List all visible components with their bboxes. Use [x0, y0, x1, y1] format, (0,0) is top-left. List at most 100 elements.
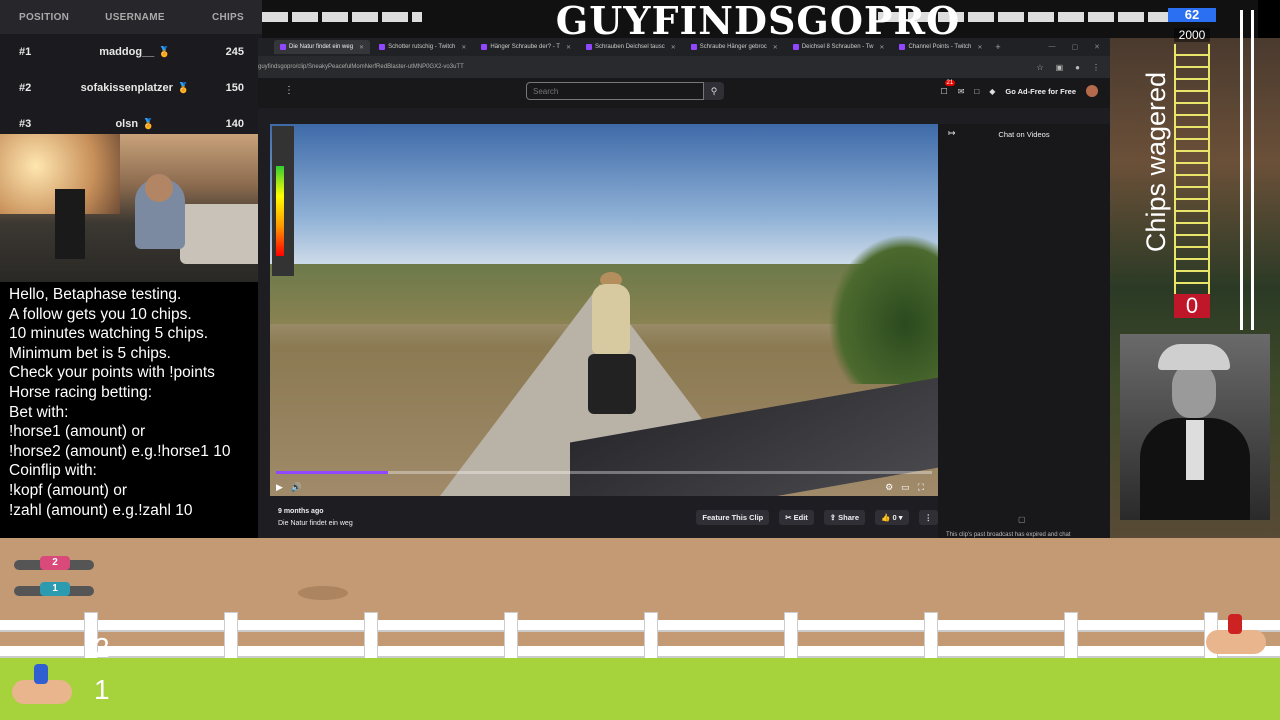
topbar-actions: ☐ 21 ✉ □ ◆ Go Ad-Free for Free: [941, 79, 1098, 97]
more-icon[interactable]: ⋮: [284, 85, 294, 96]
search-input[interactable]: [526, 82, 704, 100]
info-line: !kopf (amount) or: [9, 481, 128, 499]
jockey: [34, 664, 48, 684]
horse-race-track: 2 1 2 1: [0, 538, 1280, 720]
header-chips: CHIPS: [211, 11, 244, 23]
channel-title: GUYFINDSGOPRO: [555, 0, 961, 43]
row-position: #1: [19, 46, 32, 58]
twitch-icon: [379, 44, 386, 50]
edit-button[interactable]: ✂ Edit: [779, 510, 814, 525]
medal-icon: 🏅: [158, 47, 171, 58]
twitch-icon: [792, 44, 799, 50]
greyhound-1: 1: [4, 578, 114, 604]
greyhound-coat-2: 2: [40, 556, 70, 570]
crown-icon[interactable]: ◆: [989, 87, 995, 96]
row-username-cell: maddog__ 🏅: [60, 46, 210, 58]
header-username: USERNAME: [105, 11, 165, 23]
like-button[interactable]: 👍 0 ▾: [875, 510, 909, 525]
share-icon: ⇪: [829, 513, 839, 522]
settings-icon[interactable]: ⚙: [885, 482, 893, 493]
racehorse-1: [4, 660, 84, 718]
header-position: POSITION: [19, 11, 70, 23]
browser-tab[interactable]: Deichsel 8 Schrauben - Tw ✕: [787, 40, 891, 54]
close-icon[interactable]: ✕: [977, 44, 982, 51]
extension-icon[interactable]: ▣: [1056, 63, 1064, 72]
url-text[interactable]: guyfindsgopro/clip/SneakyPeacefulMomNerf…: [258, 64, 1036, 70]
clip-video-player[interactable]: ▶ 🔊 ⚙ ▭ ⛶: [270, 124, 938, 496]
racehorse-2: [1198, 610, 1278, 668]
webcam-monitor: [55, 189, 85, 259]
star-icon[interactable]: ☆: [1036, 63, 1043, 72]
fence-rail-bottom: [0, 646, 1280, 658]
chips-leaderboard: POSITION USERNAME CHIPS #1 maddog__ 🏅 245…: [0, 0, 262, 134]
feature-clip-button[interactable]: Feature This Clip: [696, 510, 770, 525]
info-line: Minimum bet is 5 chips.: [9, 344, 171, 362]
close-icon[interactable]: ✕: [773, 44, 778, 51]
fullscreen-icon[interactable]: ⛶: [918, 482, 924, 493]
more-options-button[interactable]: ⋮: [918, 510, 938, 525]
browser-tab[interactable]: Schraube Hänger gebroc ✕: [685, 40, 784, 54]
close-icon[interactable]: ✕: [879, 44, 884, 51]
window-controls: — ▢ ✕: [1049, 43, 1111, 51]
video-progress-fill: [276, 471, 388, 474]
tab-label: Schrauben Deichsel tausc: [595, 44, 665, 50]
address-bar-icons: ☆ ▣ ● ⋮: [1036, 63, 1110, 72]
meter-top-value: 62: [1168, 8, 1216, 22]
theatre-mode-icon[interactable]: ▭: [901, 482, 910, 493]
info-line: Bet with:: [9, 403, 69, 421]
chat-header: Chat on Videos: [998, 130, 1050, 139]
share-button[interactable]: ⇪ Share: [823, 510, 866, 525]
browser-tab[interactable]: Schotter rutschig - Twitch ✕: [373, 40, 472, 54]
row-position: #2: [19, 82, 32, 94]
clip-actions: Feature This Clip ✂ Edit ⇪ Share 👍 0 ▾ ⋮: [696, 510, 938, 525]
close-icon[interactable]: ✕: [566, 44, 571, 51]
fence-rail-top: [0, 620, 1280, 632]
menu-icon[interactable]: ⋮: [1092, 63, 1100, 72]
new-tab-icon[interactable]: +: [995, 42, 1000, 52]
close-icon[interactable]: ✕: [461, 44, 466, 51]
profile-icon[interactable]: ●: [1075, 63, 1080, 72]
go-ad-free-button[interactable]: Go Ad-Free for Free: [1005, 87, 1076, 96]
medal-icon: 🏅: [176, 83, 190, 94]
chat-panel: ↦ Chat on Videos ▢ This clip's past broa…: [938, 124, 1110, 538]
right-fence-decoration: [1240, 10, 1254, 330]
close-icon[interactable]: ✕: [359, 44, 364, 51]
browser-tab[interactable]: Hänger Schraube der? - T ✕: [475, 40, 577, 54]
inbox-icon[interactable]: ✉: [958, 87, 965, 96]
maximize-icon[interactable]: ▢: [1072, 43, 1079, 51]
like-count: 0: [892, 513, 897, 522]
search-icon[interactable]: ⚲: [704, 82, 724, 100]
close-icon[interactable]: ✕: [671, 44, 676, 51]
row-username: maddog__: [99, 46, 155, 58]
tab-label: Channel Points - Twitch: [908, 44, 972, 50]
info-line: Coinflip with:: [9, 462, 97, 480]
notifications-icon[interactable]: ☐ 21: [941, 79, 956, 96]
video-progress-bar[interactable]: [276, 471, 932, 474]
dirt-patch: [298, 586, 348, 600]
address-bar[interactable]: guyfindsgopro/clip/SneakyPeacefulMomNerf…: [258, 56, 1110, 78]
streamer-webcam: [0, 134, 262, 282]
tab-label: Schraube Hänger gebroc: [699, 44, 767, 50]
twitch-icon: [586, 44, 592, 50]
browser-tab[interactable]: Schrauben Deichsel tausc ✕: [580, 40, 682, 54]
row-chips: 140: [225, 118, 244, 130]
notification-badge: 21: [944, 79, 956, 86]
browser-tab[interactable]: Die Natur findet ein weg ✕: [274, 40, 371, 54]
channel-banner: GUYFINDSGOPRO: [258, 0, 1258, 43]
close-window-icon[interactable]: ✕: [1094, 43, 1100, 51]
leaderboard-row: #2 sofakissenplatzer 🏅 150: [0, 70, 262, 106]
chevron-down-icon: ▾: [898, 513, 903, 522]
mini-meter-bar: [276, 166, 284, 256]
avatar[interactable]: [1086, 85, 1098, 97]
volume-icon[interactable]: 🔊: [291, 482, 302, 493]
browser-tab[interactable]: Channel Points - Twitch ✕: [893, 40, 988, 54]
webcam-sofa: [180, 204, 262, 264]
stream-overlay: GUYFINDSGOPRO POSITION USERNAME CHIPS #1…: [0, 0, 1280, 720]
gangster-portrait: [1120, 334, 1270, 520]
play-icon[interactable]: ▶: [276, 482, 283, 493]
whispers-icon[interactable]: □: [974, 87, 979, 96]
info-line: !horse2 (amount) e.g.!horse1 10: [9, 442, 231, 460]
tab-label: Deichsel 8 Schrauben - Tw: [801, 44, 874, 50]
minimize-icon[interactable]: —: [1049, 43, 1056, 51]
share-label: Share: [838, 513, 860, 522]
